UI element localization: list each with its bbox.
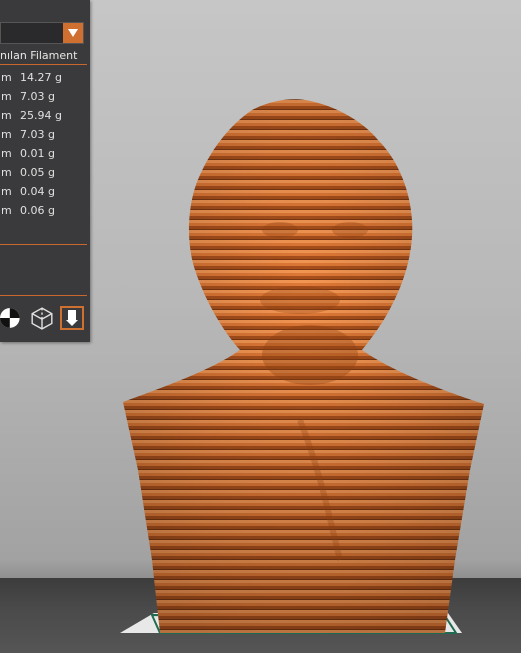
mustache-shadow bbox=[260, 286, 340, 314]
list-item: m 0.01 g bbox=[1, 147, 55, 160]
list-item: m 0.06 g bbox=[1, 204, 55, 217]
section-divider bbox=[0, 244, 87, 245]
wireframe-cube-icon[interactable] bbox=[30, 306, 54, 330]
material-dropdown[interactable] bbox=[0, 22, 84, 44]
list-item: m 25.94 g bbox=[1, 109, 62, 122]
chevron-down-icon bbox=[68, 29, 78, 37]
dropdown-arrow-button[interactable] bbox=[63, 23, 83, 43]
list-item: m 14.27 g bbox=[1, 71, 62, 84]
list-item: m 7.03 g bbox=[1, 90, 55, 103]
section-divider bbox=[0, 295, 87, 296]
beard-shadow bbox=[262, 325, 358, 385]
extruder-icon[interactable] bbox=[60, 306, 84, 330]
list-item: m 0.04 g bbox=[1, 185, 55, 198]
view-toolbar bbox=[0, 306, 90, 332]
left-eye-shadow bbox=[262, 222, 298, 238]
right-eye-shadow bbox=[332, 222, 368, 238]
list-item: m 7.03 g bbox=[1, 128, 55, 141]
material-usage-panel: nılan Filament m 14.27 g m 7.03 g m 25.94 g… bbox=[0, 0, 90, 342]
list-item: m 0.05 g bbox=[1, 166, 55, 179]
header-divider bbox=[0, 64, 87, 65]
view-mode-icon[interactable] bbox=[0, 306, 24, 330]
column-header: nılan Filament bbox=[0, 49, 78, 62]
